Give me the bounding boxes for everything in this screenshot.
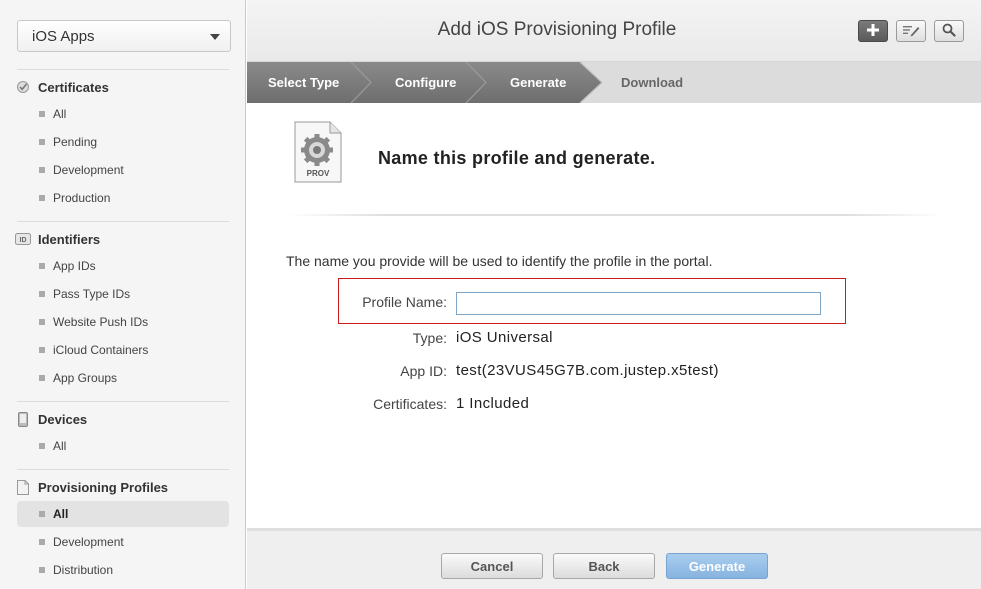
app-type-select[interactable]: iOS Apps (17, 20, 231, 52)
sidebar-item-label: Pending (53, 135, 98, 149)
sidebar-item-label: Distribution (53, 563, 114, 577)
section-devices: Devices (15, 409, 87, 429)
profile-name-label: Profile Name: (362, 294, 447, 310)
sidebar-item-label: All (53, 439, 67, 453)
header-bar: Add iOS Provisioning Profile (247, 0, 981, 62)
step-select-type: Select Type (268, 75, 340, 90)
sidebar-item-profiles-all[interactable]: All (17, 501, 229, 527)
sidebar-item-label: iCloud Containers (53, 343, 149, 357)
prov-icon-label: PROV (307, 169, 330, 178)
step-generate: Generate (510, 75, 567, 90)
sidebar-item-devices-all[interactable]: All (17, 433, 229, 459)
section-heading: Name this profile and generate. (378, 148, 656, 168)
section-title: Provisioning Profiles (38, 479, 169, 495)
sidebar-item-icloud-containers[interactable]: iCloud Containers (17, 337, 229, 363)
document-icon (15, 479, 31, 495)
page-title: Add iOS Provisioning Profile (437, 19, 677, 40)
sidebar-item-label: Production (53, 191, 111, 205)
section-title: Identifiers (38, 231, 101, 247)
step-download: Download (621, 75, 684, 90)
sidebar-item-certificates-pending[interactable]: Pending (17, 129, 229, 155)
main-content: PROV Name this profile and generate. The… (247, 103, 981, 528)
step-configure: Configure (395, 75, 457, 90)
section-title: Certificates (38, 79, 109, 95)
back-button[interactable]: Back (553, 553, 655, 579)
certificates-value: 1 Included (456, 395, 530, 412)
id-badge-text: ID (20, 237, 27, 244)
wizard-steps: Select Type Configure Generate Download (247, 62, 981, 103)
divider (287, 214, 943, 216)
section-identifiers: ID Identifiers (15, 229, 100, 249)
sidebar-item-certificates-development[interactable]: Development (17, 157, 229, 183)
add-icon (866, 23, 880, 40)
certificate-icon (15, 79, 31, 95)
sidebar-item-label: App Groups (53, 371, 118, 385)
type-value: iOS Universal (456, 329, 553, 346)
divider (17, 401, 229, 402)
sidebar-item-profiles-distribution[interactable]: Distribution (17, 557, 229, 583)
type-label: Type: (412, 330, 447, 346)
app-type-select-value: iOS Apps (32, 28, 95, 45)
sidebar: iOS Apps Certificates All Pending Develo… (0, 0, 246, 589)
sidebar-item-label: All (53, 107, 67, 121)
divider (17, 69, 229, 70)
section-provisioning-profiles: Provisioning Profiles (15, 477, 168, 497)
add-button[interactable] (858, 20, 888, 42)
sidebar-item-label: All (53, 507, 69, 521)
section-title: Devices (38, 411, 88, 427)
cancel-button[interactable]: Cancel (441, 553, 543, 579)
divider (17, 221, 229, 222)
sidebar-item-label: Website Push IDs (53, 315, 149, 329)
device-icon (15, 411, 31, 427)
chevron-down-icon (210, 34, 220, 40)
sidebar-item-website-push-ids[interactable]: Website Push IDs (17, 309, 229, 335)
profile-name-input[interactable] (456, 292, 821, 315)
edit-icon (902, 23, 920, 40)
sidebar-item-profiles-development[interactable]: Development (17, 529, 229, 555)
sidebar-item-pass-type-ids[interactable]: Pass Type IDs (17, 281, 229, 307)
sidebar-item-certificates-production[interactable]: Production (17, 185, 229, 211)
app-id-label: App ID: (400, 363, 447, 379)
sidebar-item-label: Pass Type IDs (53, 287, 131, 301)
step-separators (350, 62, 603, 103)
edit-button[interactable] (896, 20, 926, 42)
certificates-label: Certificates: (373, 396, 447, 412)
sidebar-item-label: Development (53, 163, 124, 177)
divider (17, 469, 229, 470)
sidebar-item-certificates-all[interactable]: All (17, 101, 229, 127)
footer-actions: Cancel Back Generate (247, 528, 981, 589)
generate-button[interactable]: Generate (666, 553, 768, 579)
app-id-value: test(23VUS45G7B.com.justep.x5test) (456, 362, 719, 379)
id-badge-icon: ID (15, 231, 31, 247)
instructions-text: The name you provide will be used to ide… (286, 253, 713, 269)
sidebar-item-label: Development (53, 535, 124, 549)
sidebar-item-app-ids[interactable]: App IDs (17, 253, 229, 279)
provisioning-profile-icon: PROV (294, 121, 342, 183)
section-certificates: Certificates (15, 77, 109, 97)
sidebar-item-app-groups[interactable]: App Groups (17, 365, 229, 391)
search-icon (942, 23, 956, 40)
sidebar-item-label: App IDs (53, 259, 96, 273)
search-button[interactable] (934, 20, 964, 42)
